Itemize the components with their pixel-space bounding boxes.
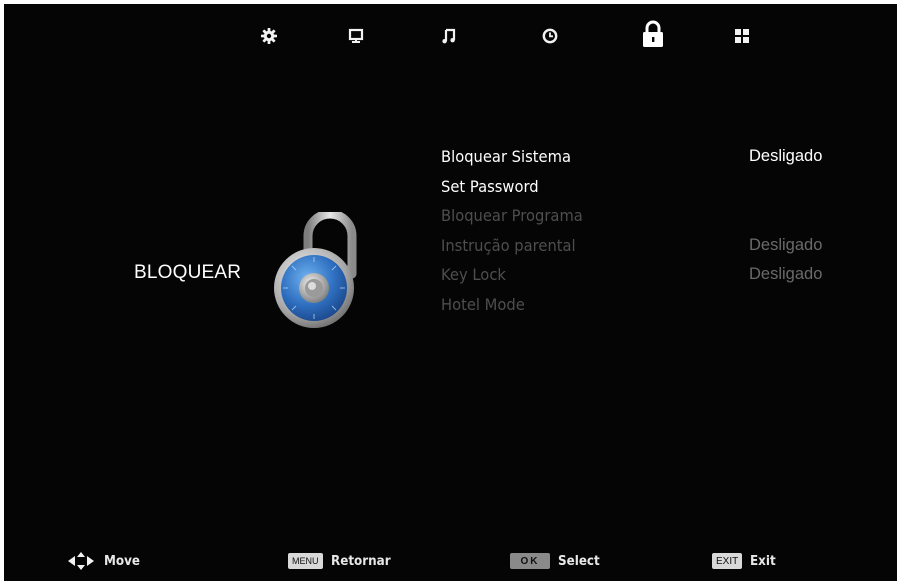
- music-note-icon: [442, 28, 456, 44]
- hint-exit: EXIT Exit: [712, 549, 778, 573]
- hint-menu: MENU Retornar: [288, 549, 395, 573]
- menu-item-label: Hotel Mode: [441, 294, 525, 314]
- menu-item-key-lock: Key Lock Desligado: [441, 262, 861, 292]
- menu-item-set-password[interactable]: Set Password: [441, 174, 861, 204]
- category-title: BLOQUEAR: [134, 262, 242, 283]
- ok-key: OK: [510, 553, 550, 569]
- menu-item-label: Key Lock: [441, 265, 506, 284]
- combination-lock-icon: [274, 212, 357, 328]
- hint-menu-label: Retornar: [330, 553, 391, 569]
- hint-exit-label: Exit: [750, 553, 776, 569]
- menu-item-value: Desligado: [749, 147, 823, 165]
- top-tab-bar: [4, 20, 897, 52]
- arrows-icon: [68, 552, 94, 570]
- tab-sound[interactable]: [435, 22, 463, 50]
- hint-move-label: Move: [104, 553, 141, 569]
- gear-icon: [261, 28, 277, 44]
- lock-settings-menu: Bloquear Sistema Desligado Set Password …: [441, 144, 861, 321]
- monitor-icon: [348, 28, 364, 43]
- menu-item-hotel-mode: Hotel Mode: [441, 292, 861, 322]
- menu-item-value: Desligado: [749, 235, 823, 254]
- hint-move: Move: [66, 549, 143, 573]
- menu-item-label: Bloquear Programa: [441, 206, 583, 225]
- tab-lock[interactable]: [638, 18, 668, 50]
- clock-icon: [542, 28, 558, 44]
- exit-key: EXIT: [712, 553, 743, 569]
- tv-screen: BLOQUEAR Bloquear Sistema Desligado Set …: [4, 4, 897, 581]
- menu-item-label: Instrução parental: [441, 235, 576, 255]
- menu-key: MENU: [288, 553, 323, 569]
- menu-item-label: Set Password: [441, 176, 539, 196]
- menu-item-instrucao-parental: Instrução parental Desligado: [441, 233, 861, 263]
- menu-item-bloquear-sistema[interactable]: Bloquear Sistema Desligado: [441, 144, 861, 174]
- grid-icon: [735, 29, 749, 43]
- padlock-icon: [643, 20, 663, 47]
- tab-settings[interactable]: [255, 22, 283, 50]
- tab-picture[interactable]: [342, 22, 370, 50]
- tab-setup[interactable]: [728, 22, 756, 50]
- hint-ok: OK Select: [510, 549, 603, 573]
- menu-item-label: Bloquear Sistema: [441, 147, 571, 166]
- menu-item-value: Desligado: [749, 265, 823, 283]
- hint-ok-label: Select: [558, 553, 600, 569]
- tab-time[interactable]: [536, 22, 564, 50]
- menu-item-bloquear-programa: Bloquear Programa: [441, 203, 861, 233]
- hint-bar: Move MENU Retornar OK Select EXIT Exit: [4, 549, 897, 573]
